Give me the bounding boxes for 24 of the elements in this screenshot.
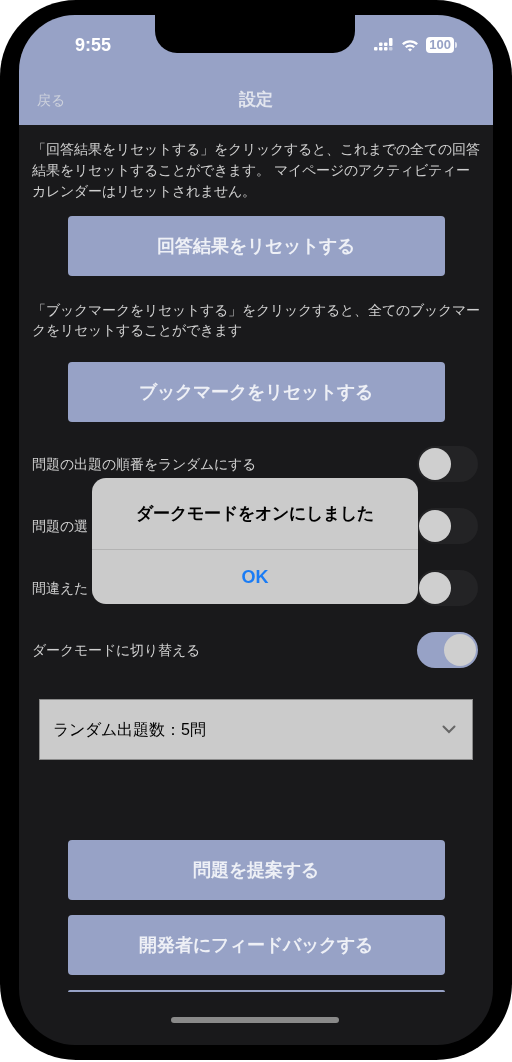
chevron-down-icon xyxy=(442,725,456,734)
description-text: 「ブックマークをリセットする」をクリックすると、全てのブックマークをリセットすることができます xyxy=(31,301,481,340)
toggle-label: ダークモードに切り替える xyxy=(32,640,200,660)
status-time: 9:55 xyxy=(75,33,112,57)
toggle-switch[interactable] xyxy=(417,508,478,544)
toggle-switch[interactable] xyxy=(417,570,478,606)
toggle-switch[interactable] xyxy=(417,632,478,668)
dialog-message: ダークモードをオンにしました xyxy=(136,502,374,525)
battery-indicator: 100 xyxy=(426,37,454,53)
wifi-icon xyxy=(401,38,420,52)
reset-button[interactable]: ブックマークをリセットする xyxy=(67,362,445,422)
toggle-label: 問題の選 xyxy=(32,516,88,536)
dropdown-value: ランダム出題数：5問 xyxy=(53,719,206,740)
toggle-label: 間違えた xyxy=(32,578,88,598)
suggest-button[interactable]: 問題を提案する xyxy=(67,840,445,900)
toggle-label: 問題の出題の順番をランダムにする xyxy=(32,454,256,474)
screen-title: 設定 xyxy=(239,89,273,112)
description-text: 「回答結果をリセットする」をクリックすると、これまでの全ての回答結果をリセットすることができます。 マイページのアクティビティーカレンダーはリセットされません。 xyxy=(31,140,481,201)
toggle-switch[interactable] xyxy=(417,446,478,482)
reset-button[interactable]: 回答結果をリセットする xyxy=(67,216,445,276)
signal-icon xyxy=(374,38,395,52)
feedback-button[interactable]: 開発者にフィードバックする xyxy=(67,915,445,975)
ok-button[interactable]: OK xyxy=(225,563,285,591)
dropdown-field[interactable]: ランダム出題数：5問 xyxy=(39,699,473,760)
